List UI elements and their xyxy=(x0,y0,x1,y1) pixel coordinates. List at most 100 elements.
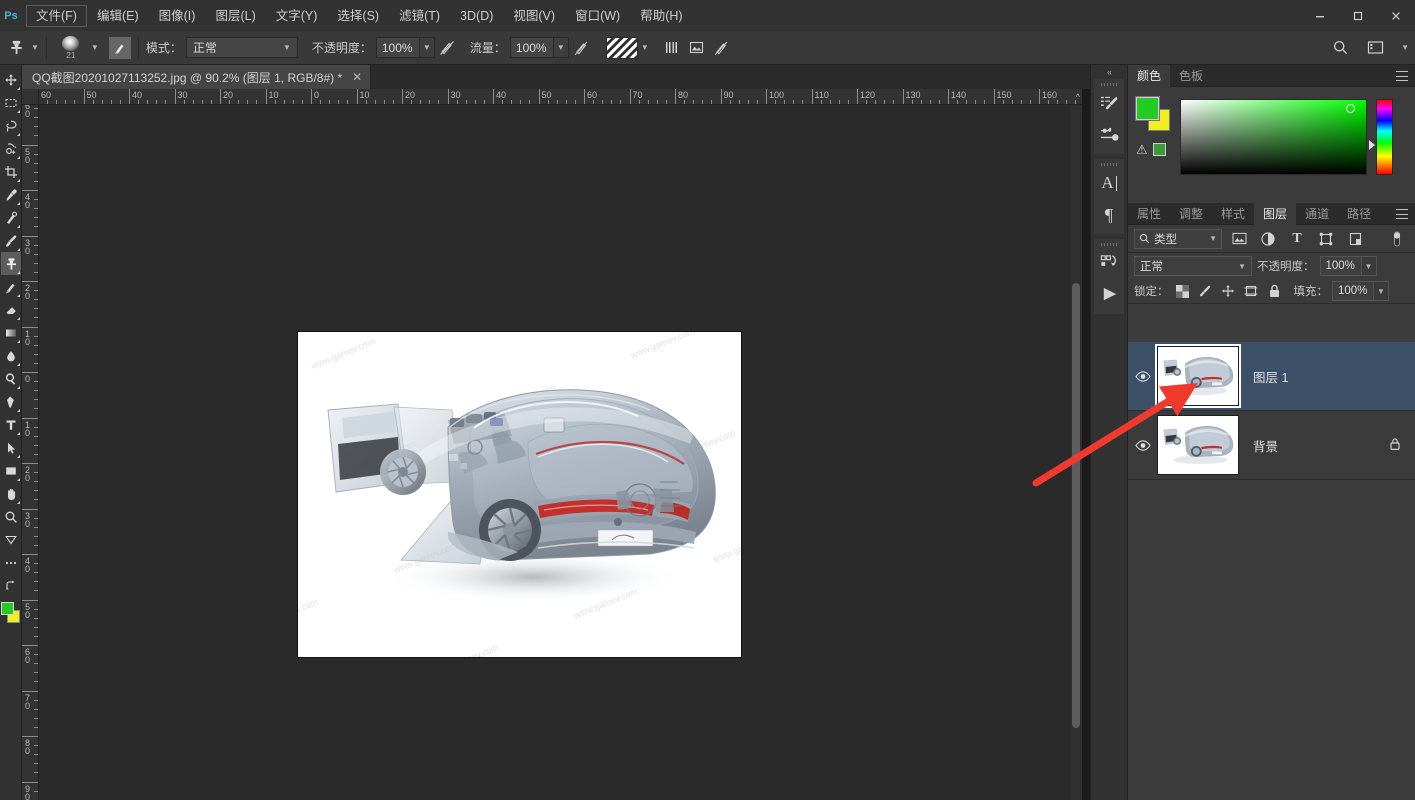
layer-name-2[interactable]: 背景 xyxy=(1253,436,1278,455)
tab-properties[interactable]: 属性 xyxy=(1128,203,1170,225)
document-tab-close-icon[interactable]: ✕ xyxy=(352,70,362,84)
tab-swatches[interactable]: 色板 xyxy=(1170,65,1212,87)
swap-colors-icon[interactable] xyxy=(1,574,21,597)
menu-image[interactable]: 图像(I) xyxy=(149,5,206,27)
search-icon[interactable] xyxy=(1328,35,1353,60)
filter-toggle-icon[interactable] xyxy=(1385,228,1409,250)
history-brush-tool[interactable] xyxy=(1,275,21,298)
crop-tool[interactable] xyxy=(1,160,21,183)
filter-shape-layers-icon[interactable] xyxy=(1314,228,1338,250)
lasso-tool[interactable] xyxy=(1,114,21,137)
menu-help[interactable]: 帮助(H) xyxy=(630,5,692,27)
flow-field-group[interactable]: 100% ▼ xyxy=(510,37,569,58)
blur-tool[interactable] xyxy=(1,344,21,367)
hand-tool[interactable] xyxy=(1,482,21,505)
menu-file[interactable]: 文件(F) xyxy=(26,5,87,27)
gradient-tool[interactable] xyxy=(1,321,21,344)
menu-3d[interactable]: 3D(D) xyxy=(450,5,503,27)
layer-thumbnail-2[interactable] xyxy=(1157,415,1239,475)
canvas-area[interactable]: www.gamev.com xyxy=(39,105,1082,800)
eraser-tool[interactable] xyxy=(1,298,21,321)
filter-adjustment-layers-icon[interactable] xyxy=(1256,228,1280,250)
tool-preset-caret-icon[interactable]: ▼ xyxy=(31,43,39,52)
tab-styles[interactable]: 样式 xyxy=(1212,203,1254,225)
color-panel-swatches[interactable] xyxy=(1136,97,1172,133)
pen-tool[interactable] xyxy=(1,390,21,413)
minimize-button[interactable] xyxy=(1301,0,1339,31)
document-tab[interactable]: QQ截图20201027113252.jpg @ 90.2% (图层 1, RG… xyxy=(22,65,371,89)
opacity-value[interactable]: 100% xyxy=(376,37,420,58)
lock-artboard-nesting-icon[interactable] xyxy=(1242,282,1261,301)
color-panel-foreground-swatch[interactable] xyxy=(1136,97,1159,120)
layers-panel-menu-icon[interactable] xyxy=(1396,209,1408,219)
layer-list[interactable]: 图层 1 xyxy=(1128,342,1415,800)
actions-panel-icon[interactable] xyxy=(1094,247,1124,279)
menu-filter[interactable]: 滤镜(T) xyxy=(389,5,450,27)
eyedropper-tool[interactable] xyxy=(1,183,21,206)
filter-pixel-layers-icon[interactable] xyxy=(1227,228,1251,250)
opacity-field-group[interactable]: 100% ▼ xyxy=(376,37,435,58)
brush-preset-picker[interactable]: 21 xyxy=(54,32,88,64)
toolbar-more-icon[interactable] xyxy=(1,551,21,574)
layer-row-1[interactable]: 图层 1 xyxy=(1128,342,1415,411)
gamut-warning-group[interactable]: ⚠ xyxy=(1136,143,1166,156)
layer-name-1[interactable]: 图层 1 xyxy=(1253,367,1288,386)
color-panel-menu-icon[interactable] xyxy=(1396,71,1408,81)
edit-toolbar-tool[interactable] xyxy=(1,528,21,551)
color-field[interactable] xyxy=(1180,99,1367,175)
smoothing-preview[interactable] xyxy=(606,37,638,59)
workspace-switcher-icon[interactable] xyxy=(1363,35,1388,60)
lock-transparent-pixels-icon[interactable] xyxy=(1173,282,1192,301)
canvas-vertical-scrollbar[interactable] xyxy=(1070,105,1082,800)
ruler-corner[interactable] xyxy=(22,89,39,105)
layer-row-2[interactable]: 背景 xyxy=(1128,411,1415,480)
layer-filter-type-select[interactable]: 类型 ▼ xyxy=(1134,229,1222,249)
airbrush-toggle-icon[interactable] xyxy=(569,35,594,60)
pressure-size-toggle-icon[interactable] xyxy=(709,35,734,60)
layer-opacity-value[interactable]: 100% xyxy=(1320,256,1362,276)
layer-fill-value[interactable]: 100% xyxy=(1332,281,1374,301)
layer-fill-caret-icon[interactable]: ▼ xyxy=(1374,281,1389,301)
menu-window[interactable]: 窗口(W) xyxy=(565,5,630,27)
filter-smart-object-layers-icon[interactable] xyxy=(1343,228,1367,250)
blend-mode-select[interactable]: 正常 ▼ xyxy=(186,37,298,58)
tab-color[interactable]: 颜色 xyxy=(1128,65,1170,87)
move-tool[interactable] xyxy=(1,68,21,91)
filter-type-layers-icon[interactable]: T xyxy=(1285,228,1309,250)
paragraph-panel-icon[interactable]: ¶ xyxy=(1094,199,1124,231)
brush-angle-icon[interactable] xyxy=(659,35,684,60)
lock-position-icon[interactable] xyxy=(1219,282,1238,301)
menu-view[interactable]: 视图(V) xyxy=(503,5,565,27)
horizontal-ruler[interactable]: ^ 60504030201001020304050607080901001101… xyxy=(39,89,1082,105)
shape-tool[interactable] xyxy=(1,459,21,482)
clone-stamp-icon[interactable] xyxy=(4,36,28,60)
layer-fill-field-group[interactable]: 100% ▼ xyxy=(1332,281,1389,301)
brush-settings-panel-icon[interactable] xyxy=(1094,119,1124,151)
close-button[interactable] xyxy=(1377,0,1415,31)
menu-select[interactable]: 选择(S) xyxy=(327,5,389,27)
brushes-panel-icon[interactable] xyxy=(1094,87,1124,119)
collapse-panels-icon[interactable]: « xyxy=(1091,65,1127,79)
brush-picker-caret-icon[interactable]: ▼ xyxy=(91,43,99,52)
smoothing-caret-icon[interactable]: ▼ xyxy=(641,43,649,52)
ruler-collapse-icon[interactable]: ^ xyxy=(1076,92,1080,102)
spot-healing-brush-tool[interactable] xyxy=(1,206,21,229)
hue-slider[interactable] xyxy=(1376,99,1393,175)
layer-visibility-toggle-2[interactable] xyxy=(1128,440,1157,451)
timeline-panel-icon[interactable] xyxy=(1094,279,1124,311)
brush-tool[interactable] xyxy=(1,229,21,252)
layer-thumbnail-1[interactable] xyxy=(1157,346,1239,406)
flow-caret-icon[interactable]: ▼ xyxy=(554,37,569,58)
maximize-button[interactable] xyxy=(1339,0,1377,31)
vertical-ruler[interactable]: 6050403020100102030405060708090 xyxy=(22,105,39,800)
dodge-tool[interactable] xyxy=(1,367,21,390)
opacity-caret-icon[interactable]: ▼ xyxy=(420,37,435,58)
menu-edit[interactable]: 编辑(E) xyxy=(87,5,149,27)
rectangular-marquee-tool[interactable] xyxy=(1,91,21,114)
layer-blend-mode-select[interactable]: 正常 ▼ xyxy=(1134,256,1252,276)
menu-type[interactable]: 文字(Y) xyxy=(266,5,328,27)
object-selection-tool[interactable] xyxy=(1,137,21,160)
layer-visibility-toggle-1[interactable] xyxy=(1128,371,1157,382)
brush-settings-button[interactable] xyxy=(109,37,131,59)
color-field-cursor[interactable] xyxy=(1346,104,1355,113)
